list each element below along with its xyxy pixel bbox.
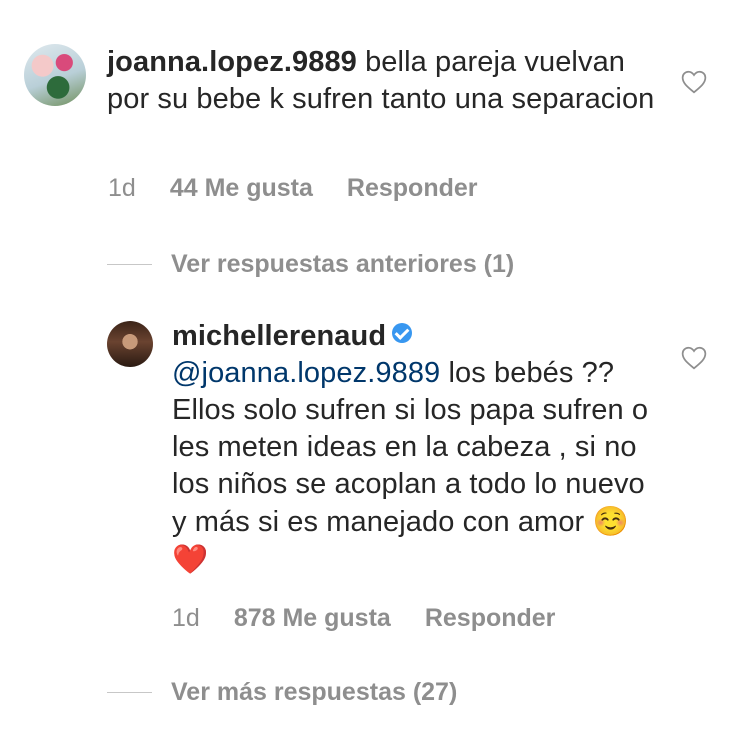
comment-body: joanna.lopez.9889 bella pareja vuelvan p… [107, 44, 667, 118]
view-more-replies[interactable]: Ver más respuestas (27) [107, 678, 457, 707]
divider [107, 264, 152, 265]
red-heart-emoji-icon: ❤️ [172, 542, 209, 576]
likes-count[interactable]: 878 Me gusta [234, 604, 391, 633]
comment-meta: 1d 44 Me gusta Responder [108, 174, 478, 203]
verified-badge-icon [392, 323, 413, 343]
comment-meta: 1d 878 Me gusta Responder [172, 604, 555, 633]
username-link[interactable]: michellerenaud [172, 320, 386, 352]
comment-body: michellerenaud @joanna.lopez.9889 los be… [172, 318, 652, 579]
smiling-face-emoji-icon: ☺️ [592, 504, 629, 538]
heart-outline-icon[interactable] [681, 70, 707, 94]
timestamp: 1d [172, 604, 200, 632]
reply-button[interactable]: Responder [347, 174, 478, 203]
timestamp: 1d [108, 174, 136, 202]
view-replies-label: Ver respuestas anteriores (1) [171, 250, 515, 278]
avatar[interactable] [24, 44, 86, 106]
username-link[interactable]: joanna.lopez.9889 [107, 46, 357, 78]
avatar[interactable] [107, 321, 153, 367]
view-previous-replies[interactable]: Ver respuestas anteriores (1) [107, 250, 514, 279]
likes-count[interactable]: 44 Me gusta [170, 174, 313, 203]
mention-link[interactable]: @joanna.lopez.9889 [172, 357, 440, 389]
reply-button[interactable]: Responder [425, 604, 556, 633]
view-replies-label: Ver más respuestas (27) [171, 678, 458, 706]
heart-outline-icon[interactable] [681, 346, 707, 370]
divider [107, 692, 152, 693]
